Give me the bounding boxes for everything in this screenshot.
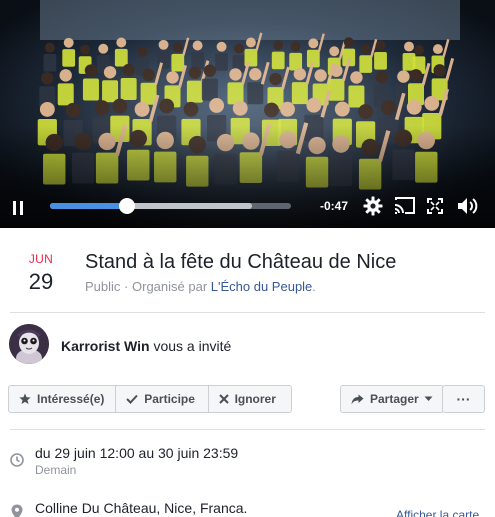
event-datetime: du 29 juin 12:00 au 30 juin 23:59 — [35, 445, 239, 461]
pause-button[interactable] — [8, 196, 28, 220]
rsvp-button-group: Intéressé(e) Participe Ignorer — [8, 385, 292, 413]
volume-icon — [458, 198, 478, 214]
ignore-label: Ignorer — [234, 392, 276, 406]
cast-icon — [394, 197, 415, 214]
interested-button[interactable]: Intéressé(e) — [9, 386, 117, 412]
event-meta: Public · Organisé par L'Écho du Peuple. — [85, 279, 316, 294]
avatar[interactable] — [9, 324, 49, 364]
fullscreen-icon — [427, 198, 443, 214]
going-button[interactable]: Participe — [116, 386, 209, 412]
more-options-button[interactable]: ··· — [443, 386, 484, 412]
fullscreen-button[interactable] — [425, 194, 445, 218]
meta-period: . — [312, 279, 316, 294]
time-remaining: -0:47 — [320, 199, 349, 213]
divider-top — [10, 312, 485, 313]
location-pin-icon — [11, 504, 23, 517]
check-icon — [126, 394, 138, 404]
cast-button[interactable] — [393, 194, 417, 218]
organizer-link[interactable]: L'Écho du Peuple — [211, 279, 313, 294]
video-scrubber-knob[interactable] — [119, 198, 136, 214]
close-icon — [218, 394, 229, 404]
pause-icon — [13, 201, 23, 215]
invite-text: vous a invité — [153, 338, 232, 354]
share-button-wrap: Partager — [340, 385, 444, 413]
event-location: Colline Du Château, Nice, Franca. — [35, 500, 248, 516]
ignore-button[interactable]: Ignorer — [209, 386, 291, 412]
video-played — [50, 203, 128, 209]
settings-button[interactable] — [361, 194, 385, 218]
share-icon — [351, 394, 364, 404]
star-icon — [19, 393, 31, 404]
video-vignette — [0, 0, 495, 228]
event-privacy: Public — [85, 279, 121, 294]
invite-line: Karrorist Win vous a invité — [61, 338, 231, 354]
divider-bottom — [10, 429, 485, 430]
video-player[interactable]: -0:47 — [0, 0, 495, 228]
event-organized-by: Organisé par — [132, 279, 208, 294]
more-options-icon: ··· — [456, 391, 471, 407]
video-progress-bar[interactable] — [50, 198, 291, 214]
chevron-down-icon — [424, 396, 433, 401]
clock-icon — [10, 453, 24, 467]
more-button-wrap: ··· — [442, 385, 485, 413]
event-date-badge: JUN 29 — [18, 252, 64, 295]
share-label: Partager — [370, 392, 419, 406]
inviter-name[interactable]: Karrorist Win — [61, 338, 150, 354]
share-button[interactable]: Partager — [341, 386, 443, 412]
show-map-link[interactable]: Afficher la carte — [396, 508, 479, 517]
gear-icon — [363, 196, 383, 216]
event-month: JUN — [28, 252, 54, 266]
interested-label: Intéressé(e) — [37, 392, 105, 406]
volume-button[interactable] — [455, 194, 481, 218]
avatar-image — [9, 324, 49, 364]
event-title: Stand à la fête du Château de Nice — [85, 251, 397, 273]
event-relative-date: Demain — [35, 463, 77, 477]
going-label: Participe — [144, 392, 195, 406]
meta-separator: · — [124, 279, 132, 294]
event-day: 29 — [28, 269, 54, 294]
